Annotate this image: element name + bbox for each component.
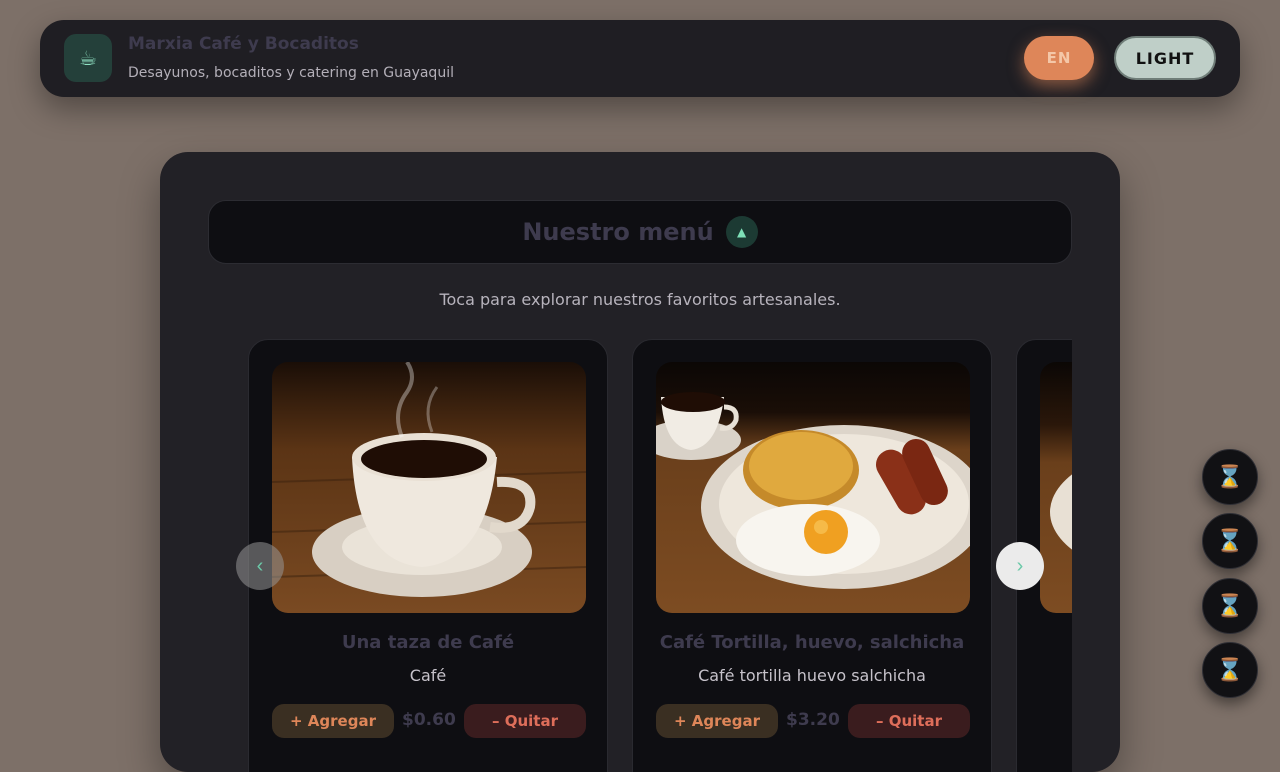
coffee-cup-image [272, 362, 586, 613]
menu-heading[interactable]: Nuestro menú ▲ [208, 200, 1072, 264]
hourglass-icon[interactable]: ⌛ [1202, 513, 1258, 569]
menu-title: Nuestro menú [522, 218, 714, 246]
add-button[interactable]: + Agregar [656, 704, 778, 738]
chevron-up-icon[interactable]: ▲ [725, 216, 758, 248]
menu-item-name: Café Tortilla, huevo, salchicha [659, 632, 965, 653]
remove-button[interactable]: – Quitar [848, 704, 970, 738]
menu-card[interactable]: Café Tortilla, huevo, salchicha Café tor… [632, 339, 992, 772]
hourglass-icon[interactable]: ⌛ [1202, 449, 1258, 505]
menu-item-name: Una taza de Café [341, 632, 515, 653]
add-button[interactable]: + Agregar [272, 704, 394, 738]
coffee-icon: ☕ [64, 34, 112, 82]
menu-item-price: $0.60 [402, 710, 456, 730]
menu-panel: Nuestro menú ▲ Toca para explorar nuestr… [160, 152, 1120, 772]
remove-button[interactable]: – Quitar [464, 704, 586, 738]
menu-item-description: Café tortilla huevo salchicha [698, 666, 926, 685]
menu-item-description: Café [409, 666, 447, 685]
menu-item-price: $3.20 [786, 710, 840, 730]
hourglass-icon[interactable]: ⌛ [1202, 578, 1258, 634]
brand-title: Marxia Café y Bocaditos [128, 34, 359, 54]
breakfast-plate-image [656, 362, 970, 613]
menu-item-image [1040, 362, 1072, 613]
menu-subtitle: Toca para explorar nuestros favoritos ar… [439, 290, 841, 309]
chevron-right-icon[interactable]: › [996, 542, 1044, 590]
theme-toggle-button[interactable]: LIGHT [1114, 36, 1216, 80]
hourglass-icon[interactable]: ⌛ [1202, 642, 1258, 698]
language-button[interactable]: EN [1024, 36, 1094, 80]
top-bar: ☕ Marxia Café y Bocaditos Desayunos, boc… [40, 20, 1240, 97]
menu-carousel: Una taza de Café Café + Agregar $0.60 – … [248, 339, 1072, 772]
menu-card[interactable]: Una taza de Café Café + Agregar $0.60 – … [248, 339, 608, 772]
chevron-left-icon[interactable]: ‹ [236, 542, 284, 590]
brand-subtitle: Desayunos, bocaditos y catering en Guaya… [128, 65, 454, 81]
